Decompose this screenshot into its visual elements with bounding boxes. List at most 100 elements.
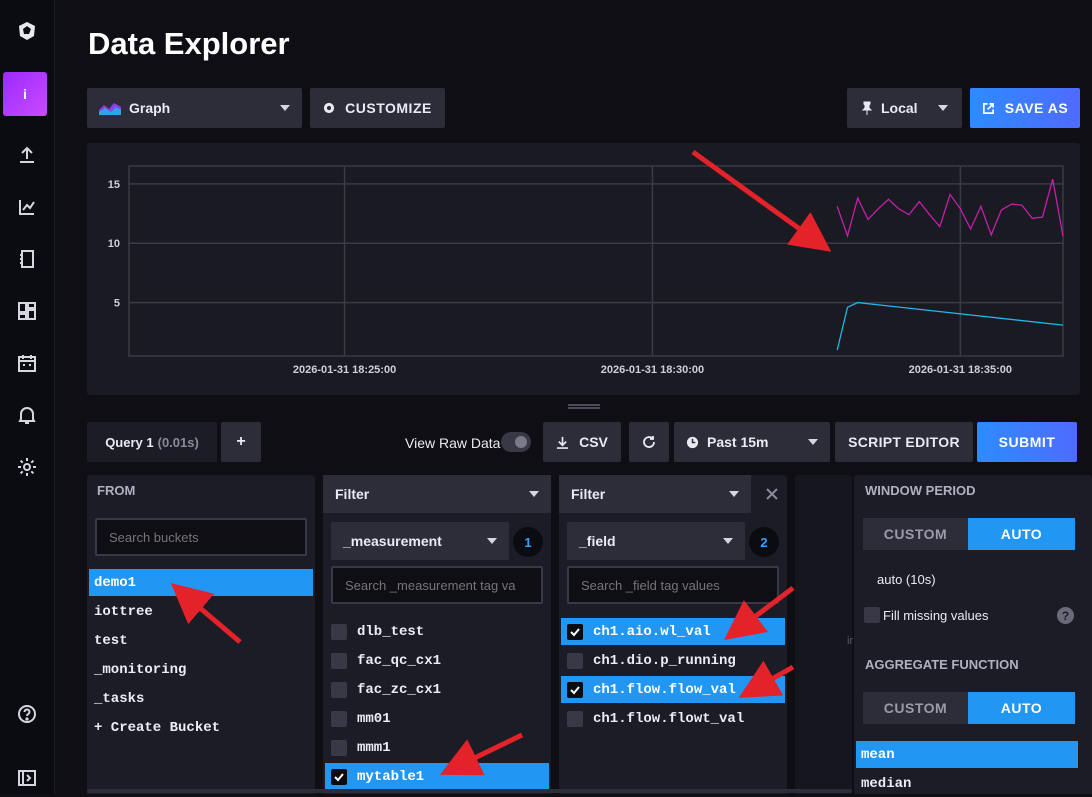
checkbox-icon[interactable] [567,710,583,727]
view-raw-data-toggle[interactable] [501,432,531,452]
chevron-down-icon [487,538,497,544]
help-question-icon[interactable]: ? [1057,607,1074,624]
checkbox-icon[interactable] [331,710,347,727]
aggregate-function-item[interactable]: mean [856,741,1078,768]
bucket-item[interactable]: test [89,627,313,654]
checkbox-icon[interactable] [331,739,347,756]
aggregate-function-header: AGGREGATE FUNCTION [865,657,1019,672]
field-search-input[interactable] [567,566,779,604]
help-icon[interactable] [12,699,42,729]
filter-function-dropdown[interactable]: Filter [559,475,751,513]
series-line [836,178,1064,239]
tag-value-item[interactable]: fac_qc_cx1 [325,647,549,674]
bucket-item[interactable]: iottree [89,598,313,625]
y-tick-label: 10 [108,238,120,250]
checkbox-icon[interactable] [331,652,347,669]
checkbox-icon[interactable] [567,652,583,669]
tag-value-label: fac_qc_cx1 [357,652,442,669]
tag-value-item[interactable]: ch1.flow.flowt_val [561,705,785,732]
add-filter-panel[interactable]: ir [795,475,853,794]
aggregate-function-item[interactable]: median [856,770,1078,797]
script-editor-button[interactable]: SCRIPT EDITOR [835,422,973,462]
tag-value-item[interactable]: dlb_test [325,618,549,645]
upload-icon[interactable] [12,140,42,170]
function-auto-button[interactable]: AUTO [968,692,1075,724]
submit-button[interactable]: SUBMIT [977,422,1077,462]
time-range-label: Past 15m [707,434,769,450]
remove-filter-close-icon[interactable] [762,484,782,504]
timezone-dropdown[interactable]: Local [847,88,962,128]
alerts-bell-icon[interactable] [12,400,42,430]
window-period-toggle: CUSTOM AUTO [863,518,1075,550]
time-range-dropdown[interactable]: Past 15m [674,422,830,462]
bucket-search-input[interactable] [95,518,307,556]
tag-value-item[interactable]: ch1.aio.wl_val [561,618,785,645]
toggle-knob [515,436,527,448]
submit-label: SUBMIT [998,434,1056,450]
measurement-key-dropdown[interactable]: _measurement [331,522,509,560]
graph-panel: 15 10 5 2026-01-31 18:25:00 2026-01-31 18:30… [87,143,1080,395]
checkbox-icon[interactable] [331,681,347,698]
filter-function-dropdown[interactable]: Filter [323,475,551,513]
sidebar-nav: i [0,0,55,794]
field-search-field[interactable] [581,577,777,593]
function-custom-button[interactable]: CUSTOM [863,692,968,724]
bucket-item[interactable]: _monitoring [89,656,313,683]
data-explorer-icon[interactable] [12,192,42,222]
tag-value-item[interactable]: mmm1 [325,734,549,761]
measurement-search-input[interactable] [331,566,543,604]
dashboards-icon[interactable] [12,296,42,326]
tag-value-item[interactable]: mm01 [325,705,549,732]
notebooks-icon[interactable] [12,244,42,274]
bucket-search-field[interactable] [109,529,305,545]
tag-value-item[interactable]: mytable1 [325,763,549,790]
expand-sidebar-icon[interactable] [12,763,42,793]
plot-frame [128,165,1064,357]
sidebar-item-user[interactable]: i [3,72,47,116]
tag-value-label: ch1.aio.wl_val [593,623,711,640]
window-custom-button[interactable]: CUSTOM [863,518,968,550]
window-auto-button[interactable]: AUTO [968,518,1075,550]
tab-query-1[interactable]: Query 1 (0.01s) [87,422,217,462]
clock-icon [686,436,699,448]
csv-download-button[interactable]: CSV [543,422,621,462]
tag-value-item[interactable]: ch1.dio.p_running [561,647,785,674]
tasks-calendar-icon[interactable] [12,348,42,378]
bucket-item[interactable]: demo1 [89,569,313,596]
influxdb-logo-icon[interactable] [12,16,42,46]
measurement-search-field[interactable] [345,577,541,593]
save-as-button[interactable]: SAVE AS [970,88,1080,128]
tag-value-item[interactable]: ch1.flow.flow_val [561,676,785,703]
field-key-dropdown[interactable]: _field [567,522,745,560]
checkbox-checked-icon[interactable] [567,623,583,640]
fill-missing-checkbox[interactable] [864,607,880,623]
selected-count-badge: 1 [513,527,543,557]
tag-value-label: mytable1 [357,768,425,785]
bucket-item[interactable]: _tasks [89,685,313,712]
resize-handle[interactable] [568,404,600,409]
fill-missing-label: Fill missing values [883,608,989,623]
visualization-type-dropdown[interactable]: Graph [87,88,302,128]
customize-button[interactable]: CUSTOMIZE [310,88,445,128]
save-as-label: SAVE AS [1004,100,1069,116]
chevron-down-icon [938,105,948,111]
user-initial-icon: i [23,86,27,102]
refresh-button[interactable] [629,422,669,462]
add-query-button[interactable]: + [221,422,261,462]
refresh-icon [643,436,655,448]
plus-icon: + [236,433,246,450]
from-header: FROM [97,483,136,498]
bucket-item[interactable]: + Create Bucket [89,714,313,741]
checkbox-checked-icon[interactable] [567,681,583,698]
checkbox-icon[interactable] [331,623,347,640]
tag-value-item[interactable]: fac_zc_cx1 [325,676,549,703]
settings-gear-icon[interactable] [12,452,42,482]
tag-value-label: mm01 [357,710,391,727]
visualization-type-label: Graph [129,100,171,116]
checkbox-checked-icon[interactable] [331,768,347,785]
tag-value-label: ch1.flow.flow_val [593,681,736,698]
filter-header-label: Filter [335,486,370,502]
horizontal-scrollbar[interactable] [87,789,852,793]
selected-count-badge: 2 [749,527,779,557]
y-tick-label: 5 [114,298,120,310]
